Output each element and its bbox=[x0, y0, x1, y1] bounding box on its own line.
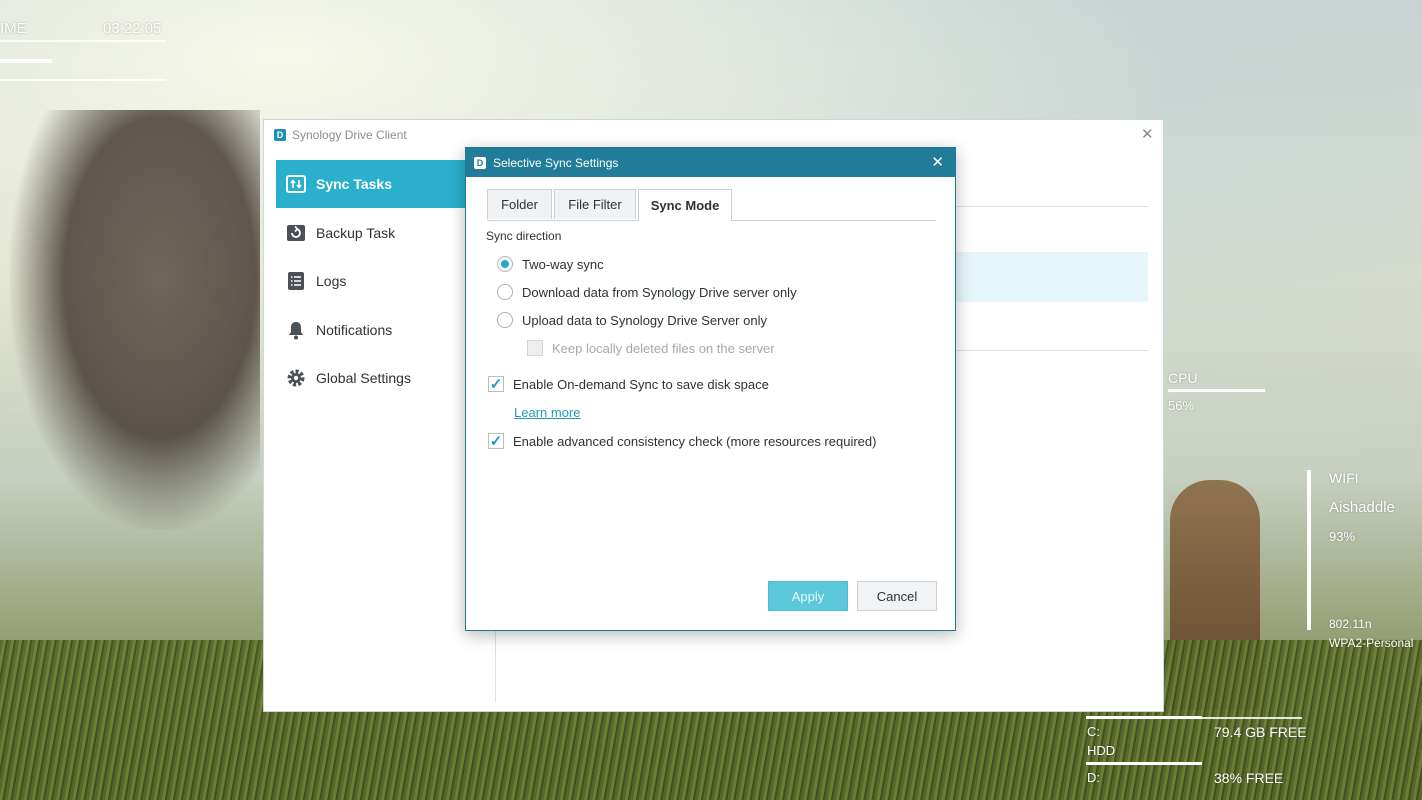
bell-icon bbox=[286, 320, 306, 340]
sidebar-item-label: Backup Task bbox=[316, 224, 396, 241]
cancel-button[interactable]: Cancel bbox=[857, 581, 937, 611]
option-label: Keep locally deleted files on the server bbox=[552, 340, 775, 356]
task-list-row-selected[interactable] bbox=[956, 252, 1148, 302]
option-label: Enable On-demand Sync to save disk space bbox=[513, 376, 769, 392]
wifi-security: WPA2-Personal bbox=[1329, 636, 1414, 650]
sidebar-item-backup-task[interactable]: Backup Task bbox=[276, 209, 466, 257]
drive-c-label: C: bbox=[1087, 724, 1100, 739]
radio-upload-only[interactable] bbox=[497, 312, 513, 328]
option-upload-only[interactable]: Upload data to Synology Drive Server onl… bbox=[497, 312, 767, 328]
desktop-wallpaper-machine bbox=[10, 110, 260, 530]
clock-time: 03:22:05 bbox=[103, 20, 162, 37]
clock-progress-bar bbox=[0, 59, 52, 63]
apply-button[interactable]: Apply bbox=[768, 581, 848, 611]
tab-sync-mode[interactable]: Sync Mode bbox=[638, 189, 732, 221]
gear-icon bbox=[286, 368, 306, 388]
drive-d-bar bbox=[1086, 762, 1202, 765]
learn-more-link[interactable]: Learn more bbox=[514, 405, 580, 420]
sidebar-item-notifications[interactable]: Notifications bbox=[276, 306, 466, 354]
option-label: Upload data to Synology Drive Server onl… bbox=[522, 312, 767, 328]
hdd-label: HDD bbox=[1087, 743, 1116, 758]
cpu-label: CPU bbox=[1168, 370, 1198, 386]
radio-two-way[interactable] bbox=[497, 256, 513, 272]
dialog-title-bar: D Selective Sync Settings ✕ bbox=[466, 148, 955, 177]
option-on-demand-sync[interactable]: ✓ Enable On-demand Sync to save disk spa… bbox=[488, 376, 769, 392]
tab-folder[interactable]: Folder bbox=[487, 189, 552, 219]
main-window-title-bar: D Synology Drive Client bbox=[274, 128, 407, 142]
sidebar-item-label: Logs bbox=[316, 273, 347, 289]
checkbox-on-demand-sync[interactable]: ✓ bbox=[488, 376, 504, 392]
clock-divider bbox=[0, 40, 166, 42]
drive-c-bar bbox=[1086, 716, 1202, 719]
wifi-signal: 93% bbox=[1329, 529, 1356, 544]
sidebar: Sync Tasks Backup Task Logs Notification… bbox=[276, 160, 466, 403]
close-icon[interactable]: ✕ bbox=[1141, 125, 1154, 143]
option-label: Enable advanced consistency check (more … bbox=[513, 433, 877, 449]
tab-file-filter[interactable]: File Filter bbox=[554, 189, 636, 219]
checkbox-keep-deleted bbox=[527, 340, 543, 356]
drive-d-label: D: bbox=[1087, 770, 1100, 785]
clock-divider-2 bbox=[0, 79, 166, 81]
task-list-separator bbox=[956, 350, 1148, 351]
synology-logo-icon: D bbox=[474, 156, 486, 169]
sidebar-item-logs[interactable]: Logs bbox=[276, 257, 466, 305]
sidebar-item-label: Global Settings bbox=[316, 370, 411, 386]
cpu-bar bbox=[1168, 389, 1265, 392]
synology-logo-icon: D bbox=[274, 129, 286, 141]
drive-c-track bbox=[1202, 717, 1302, 719]
checkbox-consistency-check[interactable]: ✓ bbox=[488, 433, 504, 449]
sync-icon bbox=[286, 174, 306, 194]
clock-label: IME bbox=[0, 20, 27, 37]
selective-sync-dialog: D Selective Sync Settings ✕ Folder File … bbox=[465, 147, 956, 631]
wifi-standard: 802.11n bbox=[1329, 617, 1372, 631]
drive-c-free: 79.4 GB FREE bbox=[1214, 724, 1307, 740]
main-window-title: Synology Drive Client bbox=[292, 128, 407, 142]
cpu-value: 56% bbox=[1168, 398, 1195, 413]
close-icon[interactable]: ✕ bbox=[931, 153, 944, 171]
sidebar-item-label: Sync Tasks bbox=[316, 176, 393, 192]
option-label: Two-way sync bbox=[522, 256, 604, 272]
option-download-only[interactable]: Download data from Synology Drive server… bbox=[497, 284, 797, 300]
option-two-way-sync[interactable]: Two-way sync bbox=[497, 256, 604, 272]
task-list-separator bbox=[956, 206, 1148, 207]
drive-d-free: 38% FREE bbox=[1214, 770, 1284, 786]
dialog-tabs: Folder File Filter Sync Mode bbox=[487, 189, 936, 221]
sidebar-item-label: Notifications bbox=[316, 321, 393, 338]
radio-download-only[interactable] bbox=[497, 284, 513, 300]
option-label: Download data from Synology Drive server… bbox=[522, 284, 797, 300]
option-consistency-check[interactable]: ✓ Enable advanced consistency check (mor… bbox=[488, 433, 876, 449]
sync-direction-label: Sync direction bbox=[486, 229, 562, 243]
dialog-title: Selective Sync Settings bbox=[493, 155, 619, 170]
wifi-network: Aishaddle bbox=[1329, 499, 1395, 516]
wifi-label: WIFI bbox=[1329, 470, 1359, 486]
sidebar-item-sync-tasks[interactable]: Sync Tasks bbox=[276, 160, 466, 208]
wifi-signal-bar bbox=[1307, 470, 1311, 630]
sidebar-item-global-settings[interactable]: Global Settings bbox=[276, 354, 466, 402]
option-keep-deleted: Keep locally deleted files on the server bbox=[527, 340, 775, 356]
logs-icon bbox=[286, 271, 306, 291]
backup-icon bbox=[286, 223, 306, 243]
